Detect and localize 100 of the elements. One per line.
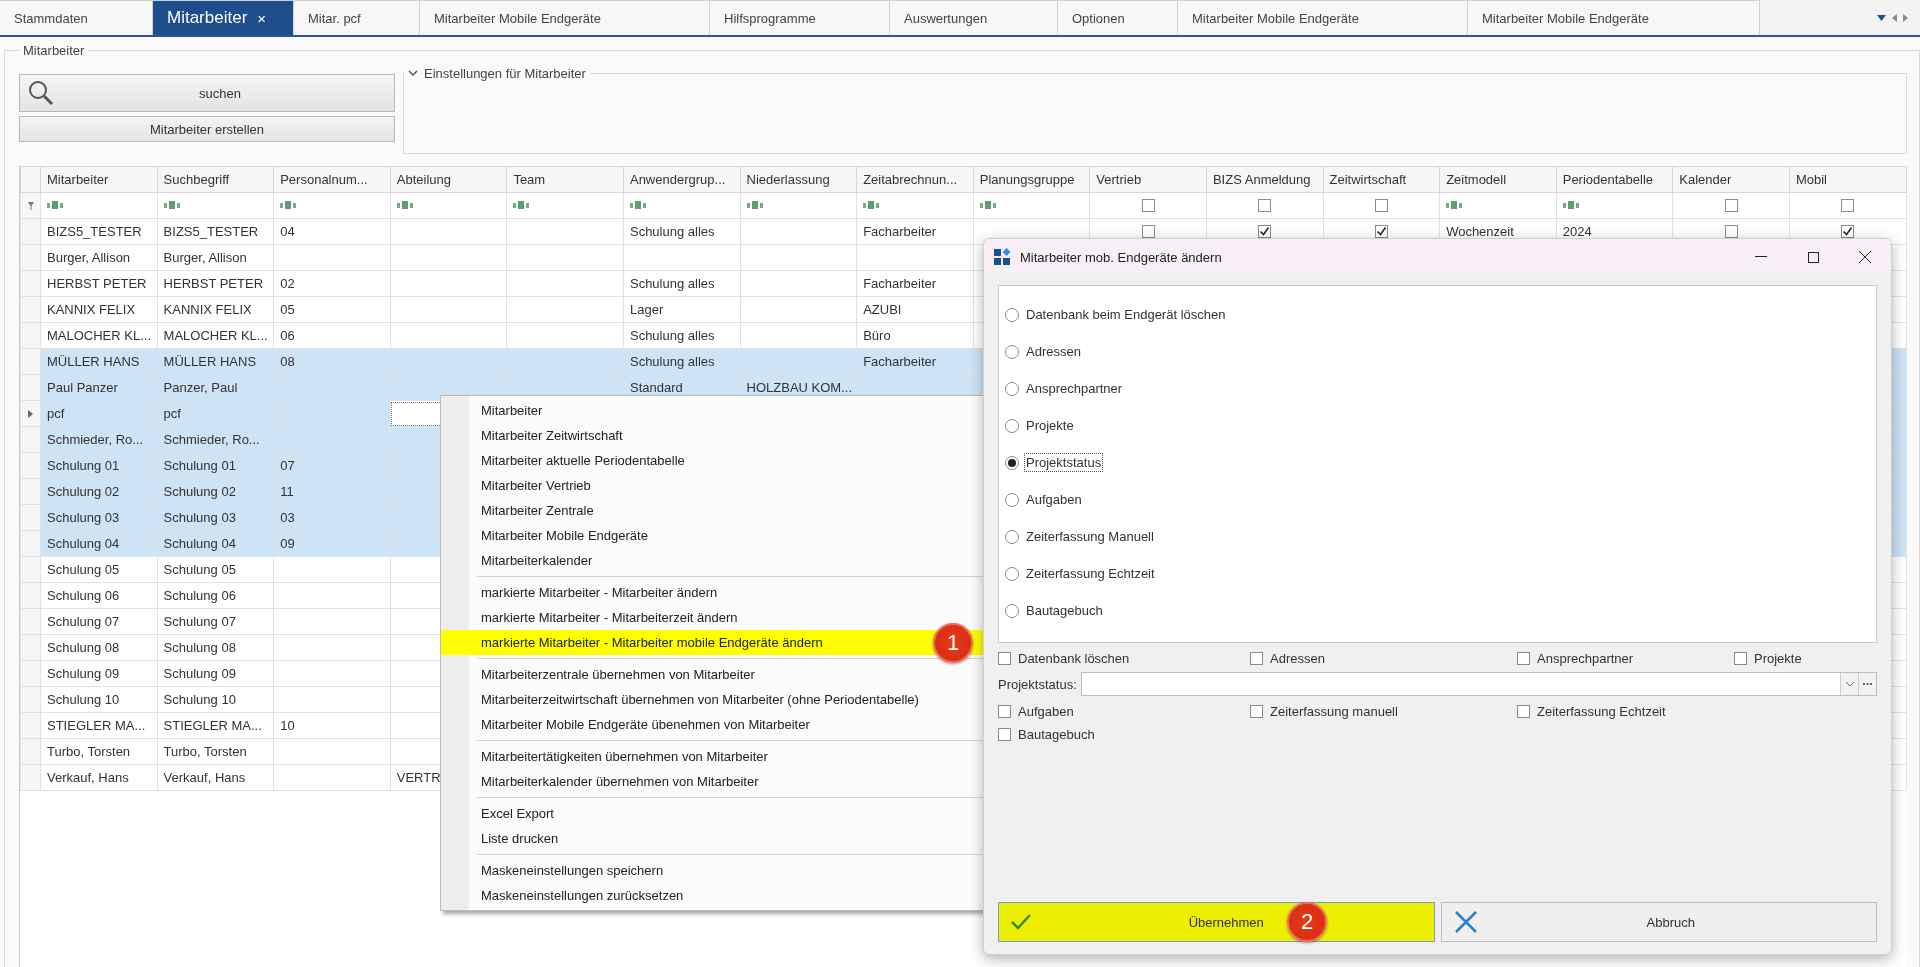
filter-checkbox[interactable] — [1141, 199, 1155, 212]
text-filter-icon — [979, 200, 998, 210]
radio-button[interactable] — [1005, 566, 1019, 581]
table-cell: Verkauf, Hans — [40, 764, 158, 791]
column-header[interactable]: Abteilung — [390, 166, 507, 193]
tab[interactable]: Hilfsprogramme — [710, 0, 890, 35]
row-indicator[interactable] — [20, 400, 41, 427]
checkbox-label[interactable]: Zeiterfassung manuell — [1270, 704, 1398, 719]
checkbox[interactable] — [1734, 652, 1747, 665]
checkbox[interactable] — [998, 705, 1011, 718]
checkbox-label[interactable]: Adressen — [1270, 651, 1325, 666]
column-header[interactable]: Team — [506, 166, 624, 193]
grid-checkbox[interactable] — [1374, 225, 1388, 238]
create-button[interactable]: Mitarbeiter erstellen — [19, 116, 395, 142]
checkbox-label[interactable]: Bautagebuch — [1018, 727, 1095, 742]
radio-button[interactable] — [1005, 455, 1019, 470]
radio-label[interactable]: Bautagebuch — [1025, 602, 1104, 619]
table-cell: 04 — [273, 218, 391, 245]
tab[interactable]: Auswertungen — [890, 0, 1058, 35]
table-cell: STIEGLER MA... — [40, 712, 158, 739]
tab[interactable]: Stammdaten — [0, 0, 153, 35]
close-icon[interactable] — [1859, 251, 1871, 263]
column-header[interactable]: Zeitabrechnun... — [856, 166, 974, 193]
checkbox[interactable] — [1250, 652, 1263, 665]
text-filter-icon — [746, 200, 765, 210]
column-header[interactable]: Mitarbeiter — [40, 166, 158, 193]
radio-label[interactable]: Adressen — [1025, 343, 1082, 360]
table-cell: Schulung 07 — [157, 608, 274, 635]
column-header[interactable]: Periodentabelle — [1556, 166, 1673, 193]
table-cell: pcf — [157, 400, 274, 427]
checkbox-label[interactable]: Datenbank löschen — [1018, 651, 1130, 666]
radio-button[interactable] — [1005, 344, 1019, 359]
radio-label[interactable]: Aufgaben — [1025, 491, 1083, 508]
table-cell: 02 — [273, 270, 391, 297]
radio-button[interactable] — [1005, 492, 1019, 507]
column-header[interactable]: Anwendergrup... — [623, 166, 741, 193]
radio-label[interactable]: Projekte — [1025, 417, 1075, 434]
table-cell: Schulung 02 — [40, 478, 158, 505]
radio-label[interactable]: Projektstatus — [1025, 454, 1103, 471]
table-cell: Burger, Allison — [40, 244, 158, 271]
scroll-right-icon[interactable] — [1903, 13, 1908, 22]
filter-checkbox[interactable] — [1841, 199, 1855, 212]
radio-button[interactable] — [1005, 529, 1019, 544]
tab[interactable]: Mitarbeiter Mobile Endgeräte — [420, 0, 710, 35]
column-header[interactable]: Zeitmodell — [1439, 166, 1557, 193]
radio-label[interactable]: Ansprechpartner — [1025, 380, 1124, 397]
scroll-left-icon[interactable] — [1892, 13, 1897, 22]
column-header[interactable]: Zeitwirtschaft — [1323, 166, 1440, 193]
column-header[interactable]: Kalender — [1672, 166, 1790, 193]
tab[interactable]: Mitar. pcf — [294, 0, 420, 35]
checkbox[interactable] — [1517, 652, 1530, 665]
column-header[interactable]: Niederlassung — [740, 166, 857, 193]
column-header[interactable]: Planungsgruppe — [973, 166, 1090, 193]
maximize-icon[interactable] — [1807, 251, 1819, 263]
grid-checkbox[interactable] — [1258, 225, 1272, 238]
dropdown-icon[interactable] — [1845, 681, 1854, 687]
radio-button[interactable] — [1005, 418, 1019, 433]
grid-checkbox[interactable] — [1141, 225, 1155, 238]
table-cell: Turbo, Torsten — [157, 738, 274, 765]
dropdown-arrow-icon[interactable] — [1877, 14, 1886, 21]
apply-button[interactable]: Übernehmen 2 — [998, 902, 1435, 942]
checkbox[interactable] — [1517, 705, 1530, 718]
checkbox[interactable] — [998, 728, 1011, 741]
table-cell: AZUBI — [856, 296, 974, 323]
table-cell: 06 — [273, 322, 391, 349]
cancel-button[interactable]: Abbruch — [1440, 902, 1877, 942]
checkbox-label[interactable]: Zeiterfassung Echtzeit — [1537, 704, 1666, 719]
tab[interactable]: Mitarbeiter Mobile Endgeräte — [1178, 0, 1468, 35]
checkbox[interactable] — [1250, 705, 1263, 718]
column-header[interactable]: Suchbegriff — [157, 166, 274, 193]
radio-label[interactable]: Zeiterfassung Echtzeit — [1025, 565, 1156, 582]
search-button[interactable]: suchen — [19, 74, 395, 112]
tab[interactable]: Optionen — [1058, 0, 1178, 35]
table-cell: Büro — [856, 322, 974, 349]
column-header[interactable]: Mobil — [1789, 166, 1906, 193]
close-icon[interactable]: × — [257, 9, 267, 27]
radio-label[interactable]: Zeiterfassung Manuell — [1025, 528, 1155, 545]
filter-checkbox[interactable] — [1724, 199, 1738, 212]
grid-checkbox[interactable] — [1724, 225, 1738, 238]
filter-checkbox[interactable] — [1258, 199, 1272, 212]
tab[interactable]: Mitarbeiter Mobile Endgeräte — [1468, 0, 1760, 35]
checkbox-label[interactable]: Aufgaben — [1018, 704, 1074, 719]
radio-button[interactable] — [1005, 307, 1019, 322]
radio-button[interactable] — [1005, 603, 1019, 618]
checkbox[interactable] — [998, 652, 1011, 665]
checkbox-label[interactable]: Ansprechpartner — [1537, 651, 1634, 666]
column-header[interactable]: BIZS Anmeldung — [1206, 166, 1324, 193]
radio-label[interactable]: Datenbank beim Endgerät löschen — [1025, 306, 1227, 323]
table-cell: BIZS5_TESTER — [157, 218, 274, 245]
minimize-icon[interactable] — [1755, 256, 1767, 258]
table-cell: 03 — [273, 504, 391, 531]
filter-checkbox[interactable] — [1374, 199, 1388, 212]
radio-button[interactable] — [1005, 381, 1019, 396]
column-header[interactable]: Vertrieb — [1089, 166, 1207, 193]
table-cell: STIEGLER MA... — [157, 712, 274, 739]
tab[interactable]: Mitarbeiter × — [153, 0, 294, 35]
grid-checkbox[interactable] — [1841, 225, 1855, 238]
checkbox-label[interactable]: Projekte — [1754, 651, 1802, 666]
column-header[interactable]: Personalnum... — [273, 166, 391, 193]
chevron-down-icon[interactable] — [408, 70, 418, 77]
